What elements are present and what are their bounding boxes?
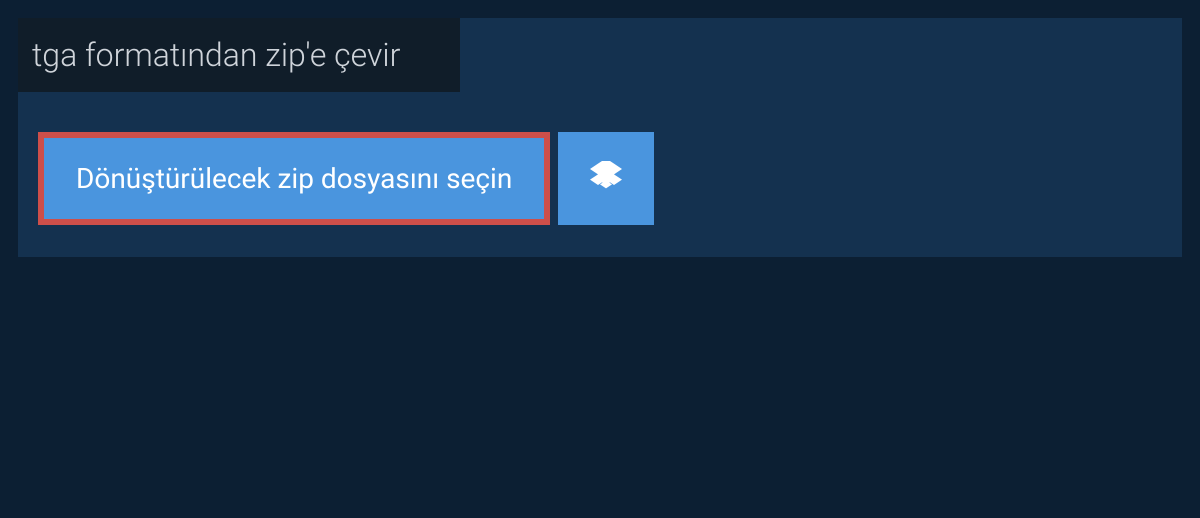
dropbox-button[interactable] [558, 132, 654, 225]
select-file-button[interactable]: Dönüştürülecek zip dosyasını seçin [38, 132, 550, 225]
button-row: Dönüştürülecek zip dosyasını seçin [38, 132, 1182, 225]
heading-text: tga formatından zip'e çevir [32, 36, 400, 74]
select-file-label: Dönüştürülecek zip dosyasını seçin [76, 162, 512, 195]
dropbox-icon [590, 161, 622, 197]
converter-panel: tga formatından zip'e çevir Dönüştürülec… [18, 18, 1182, 257]
page-title: tga formatından zip'e çevir [18, 18, 460, 92]
